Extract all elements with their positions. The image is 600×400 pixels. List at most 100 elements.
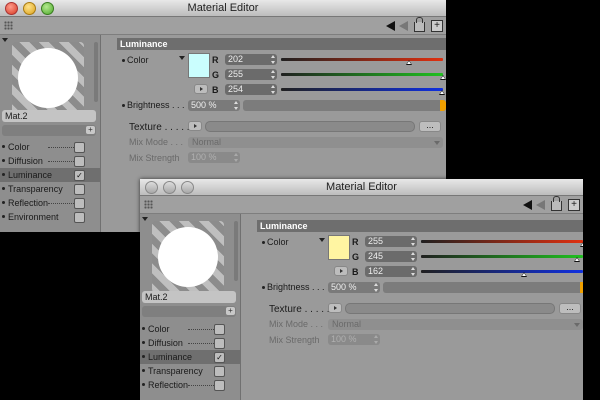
channel-row-diffusion[interactable]: Diffusion: [140, 336, 240, 350]
material-search-field[interactable]: +: [2, 125, 96, 136]
material-search-field[interactable]: +: [142, 306, 236, 317]
preview-scrollbar[interactable]: [94, 42, 98, 102]
mix-strength-field[interactable]: 100 %: [328, 334, 380, 345]
channel-row-color[interactable]: Color: [140, 322, 240, 336]
green-value-field[interactable]: 255: [225, 69, 277, 80]
mix-mode-dropdown[interactable]: Normal: [328, 319, 583, 330]
material-name-field[interactable]: Mat.2: [142, 291, 236, 303]
sidebar-menu-arrow-icon[interactable]: [142, 217, 148, 221]
mix-strength-stepper[interactable]: [374, 335, 378, 344]
texture-menu-button[interactable]: [328, 303, 342, 313]
texture-path-field[interactable]: [205, 121, 415, 132]
channel-row-diffusion[interactable]: Diffusion: [0, 154, 100, 168]
channel-row-transparency[interactable]: Transparency: [0, 182, 100, 196]
mix-strength-field[interactable]: 100 %: [188, 152, 240, 163]
back-arrow-icon[interactable]: [523, 199, 532, 210]
red-value-field[interactable]: 202: [225, 54, 277, 65]
forward-arrow-icon[interactable]: [536, 199, 545, 210]
brightness-slider[interactable]: [383, 282, 583, 293]
brightness-slider[interactable]: [243, 100, 446, 111]
channel-checkbox[interactable]: [74, 156, 85, 167]
channel-checkbox[interactable]: [214, 324, 225, 335]
color-menu-arrow-icon[interactable]: [179, 56, 185, 60]
channel-checkbox[interactable]: [74, 198, 85, 209]
material-preview[interactable]: [152, 221, 224, 293]
red-stepper[interactable]: [411, 237, 415, 246]
texture-browse-button[interactable]: ...: [419, 121, 441, 132]
channel-checkbox-checked[interactable]: ✓: [214, 352, 225, 363]
blue-slider-thumb[interactable]: [520, 272, 527, 277]
texture-path-field[interactable]: [345, 303, 555, 314]
blue-stepper[interactable]: [411, 267, 415, 276]
blue-stepper[interactable]: [271, 85, 275, 94]
color-menu-arrow-icon[interactable]: [319, 238, 325, 242]
chevron-down-icon: [574, 323, 580, 327]
blue-slider-thumb[interactable]: [439, 90, 446, 95]
sidebar-menu-arrow-icon[interactable]: [2, 38, 8, 42]
forward-arrow-icon[interactable]: [399, 20, 408, 31]
channel-checkbox[interactable]: [74, 142, 85, 153]
color-picker-button[interactable]: [194, 84, 208, 94]
channel-checkbox[interactable]: [214, 338, 225, 349]
channel-row-transparency[interactable]: Transparency: [140, 364, 240, 378]
section-header[interactable]: Luminance: [257, 220, 583, 232]
green-slider-thumb[interactable]: [573, 257, 580, 262]
new-window-icon[interactable]: +: [568, 198, 580, 211]
add-icon[interactable]: +: [226, 307, 235, 315]
red-stepper[interactable]: [271, 55, 275, 64]
red-slider[interactable]: [421, 240, 583, 243]
blue-slider[interactable]: [421, 270, 583, 273]
grip-icon[interactable]: [144, 200, 153, 209]
channel-row-reflection[interactable]: Reflection: [0, 196, 100, 210]
channel-row-luminance[interactable]: Luminance ✓: [140, 350, 240, 364]
color-swatch[interactable]: [188, 53, 210, 78]
channel-row-environment[interactable]: Environment: [0, 210, 100, 224]
blue-channel-label: B: [352, 267, 359, 277]
preview-scrollbar[interactable]: [234, 221, 238, 281]
blue-slider[interactable]: [281, 88, 443, 91]
add-icon[interactable]: +: [86, 126, 95, 134]
red-slider-thumb[interactable]: [580, 242, 583, 247]
texture-browse-button[interactable]: ...: [559, 303, 581, 314]
channel-row-color[interactable]: Color: [0, 140, 100, 154]
green-stepper[interactable]: [411, 252, 415, 261]
brightness-value-field[interactable]: 500 %: [328, 282, 380, 293]
green-slider-thumb[interactable]: [440, 75, 446, 80]
title-bar[interactable]: Material Editor: [0, 0, 446, 17]
texture-label: Texture . . . . .: [269, 304, 330, 315]
mix-mode-dropdown[interactable]: Normal: [188, 137, 443, 148]
texture-menu-button[interactable]: [188, 121, 202, 131]
lock-icon[interactable]: [551, 196, 562, 211]
brightness-value-field[interactable]: 500 %: [188, 100, 240, 111]
green-stepper[interactable]: [271, 70, 275, 79]
green-slider[interactable]: [421, 255, 583, 258]
red-slider[interactable]: [281, 58, 443, 61]
mix-strength-stepper[interactable]: [234, 153, 238, 162]
grip-icon[interactable]: [4, 21, 13, 30]
blue-value-field[interactable]: 254: [225, 84, 277, 95]
brightness-label: Brightness . . .: [122, 100, 185, 111]
material-name-field[interactable]: Mat.2: [2, 110, 96, 122]
section-header[interactable]: Luminance: [117, 38, 446, 50]
channel-row-reflection[interactable]: Reflection: [140, 378, 240, 392]
color-picker-button[interactable]: [334, 266, 348, 276]
material-preview[interactable]: [12, 42, 84, 114]
channel-checkbox[interactable]: [74, 212, 85, 223]
brightness-stepper[interactable]: [234, 101, 238, 110]
new-window-icon[interactable]: +: [431, 19, 443, 32]
channel-checkbox-checked[interactable]: ✓: [74, 170, 85, 181]
green-value-field[interactable]: 245: [365, 251, 417, 262]
channel-checkbox[interactable]: [214, 380, 225, 391]
channel-checkbox[interactable]: [74, 184, 85, 195]
lock-icon[interactable]: [414, 17, 425, 32]
green-slider[interactable]: [281, 73, 443, 76]
color-swatch[interactable]: [328, 235, 350, 260]
channel-checkbox[interactable]: [214, 366, 225, 377]
brightness-stepper[interactable]: [374, 283, 378, 292]
channel-row-luminance[interactable]: Luminance ✓: [0, 168, 100, 182]
red-slider-thumb[interactable]: [406, 60, 413, 65]
title-bar[interactable]: Material Editor: [140, 179, 583, 196]
blue-value-field[interactable]: 162: [365, 266, 417, 277]
back-arrow-icon[interactable]: [386, 20, 395, 31]
red-value-field[interactable]: 255: [365, 236, 417, 247]
